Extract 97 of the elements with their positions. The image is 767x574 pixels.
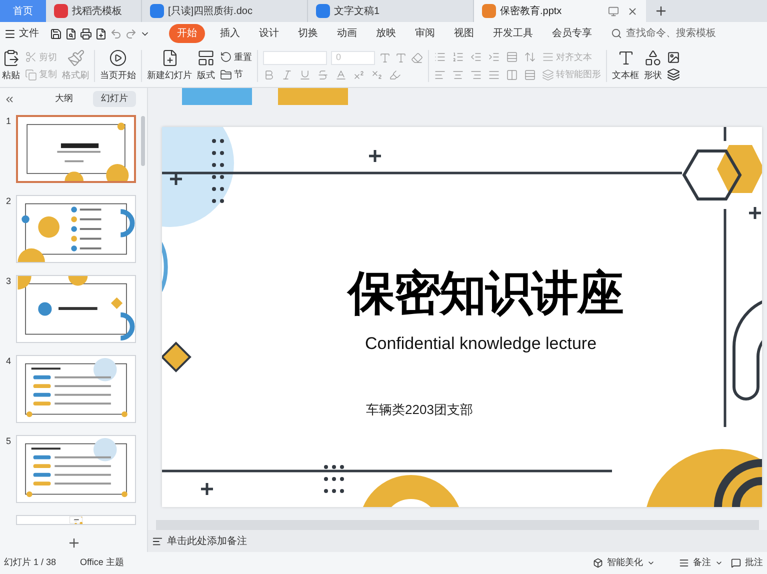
close-icon[interactable]	[627, 6, 638, 16]
copy-icon	[25, 68, 37, 81]
ribbon-tab[interactable]: 视图	[446, 24, 482, 43]
reset-icon	[220, 51, 232, 64]
word-doc-icon	[150, 4, 164, 18]
ribbon-tab[interactable]: 开发工具	[485, 24, 541, 43]
menu-icon[interactable]	[4, 28, 16, 40]
ribbon-tab[interactable]: 动画	[329, 24, 365, 43]
command-search-field[interactable]: 查找命令、搜索模板	[611, 26, 726, 41]
notes-icon	[679, 558, 689, 568]
slide-number: 1	[6, 115, 12, 128]
align-center-icon[interactable]	[452, 68, 464, 81]
section-icon	[220, 68, 232, 81]
paste-icon	[2, 49, 20, 68]
ribbon-tab[interactable]: 切换	[290, 24, 326, 43]
format-painter-icon	[66, 49, 84, 68]
italic-icon[interactable]	[281, 69, 293, 81]
add-slide-icon[interactable]	[66, 536, 80, 550]
ribbon-tab[interactable]: 放映	[368, 24, 404, 43]
file-menu[interactable]: 文件	[19, 26, 39, 41]
slide-number: 3	[6, 275, 12, 288]
new-slide-button[interactable]: 新建幻灯片	[147, 49, 192, 83]
export-icon[interactable]	[65, 28, 77, 40]
align-text-icon	[542, 51, 554, 64]
slide-number: 2	[6, 195, 12, 208]
font-name-field[interactable]	[263, 51, 327, 65]
slide-subtitle[interactable]: Confidential knowledge lecture	[365, 335, 597, 352]
picture-icon[interactable]	[667, 51, 680, 64]
new-tab-icon[interactable]	[654, 4, 668, 18]
outdent-icon[interactable]	[470, 51, 482, 64]
align-left-icon[interactable]	[434, 68, 446, 81]
layout-button[interactable]: 版式	[197, 49, 215, 83]
slide-canvas[interactable]: 保密知识讲座 Confidential knowledge lecture 车辆类2203团支部	[162, 127, 762, 507]
collapse-icon[interactable]	[4, 94, 15, 104]
new-slide-icon	[160, 49, 178, 68]
panel-tab[interactable]: 幻灯片	[93, 91, 136, 107]
numbered-list-icon[interactable]	[452, 51, 464, 64]
notes-field[interactable]: 单击此处添加备注	[148, 530, 767, 552]
section-button[interactable]: 节	[220, 68, 252, 82]
layout-icon	[197, 49, 215, 68]
font-color-icon[interactable]	[335, 69, 347, 81]
indent-icon[interactable]	[488, 51, 500, 64]
shrink-font-icon[interactable]	[395, 52, 407, 64]
caret-icon	[647, 559, 655, 567]
slide-number: 5	[6, 435, 12, 448]
ribbon-tab[interactable]: 会员专享	[544, 24, 600, 43]
document-tab[interactable]: 保密教育.pptx	[474, 0, 646, 22]
slide-title[interactable]: 保密知识讲座	[348, 269, 623, 316]
eraser-icon[interactable]	[411, 52, 423, 64]
comments-button[interactable]: 批注	[731, 556, 763, 570]
slide-number: 4	[6, 355, 12, 368]
ribbon-tab[interactable]: 设计	[251, 24, 287, 43]
reset-button[interactable]: 重置	[220, 50, 252, 64]
line-spacing-icon[interactable]	[506, 51, 518, 64]
theme-name: Office 主题	[80, 556, 124, 570]
presentation-icon	[482, 4, 496, 18]
slide-count: 幻灯片 1 / 38	[4, 556, 56, 570]
play-from-current-button[interactable]: 当页开始	[100, 49, 136, 83]
save-icon[interactable]	[50, 28, 62, 40]
columns-icon[interactable]	[506, 68, 518, 81]
highlight-icon[interactable]	[389, 69, 401, 81]
cube-icon	[593, 558, 603, 568]
paragraph-spacing-icon[interactable]	[524, 68, 536, 81]
grow-font-icon[interactable]	[379, 52, 391, 64]
monitor-icon[interactable]	[608, 6, 619, 16]
strikethrough-icon[interactable]	[317, 69, 329, 81]
text-box-icon	[616, 49, 634, 68]
notes-button[interactable]: 备注	[679, 556, 723, 570]
preview-icon[interactable]	[95, 28, 107, 40]
align-right-icon[interactable]	[470, 68, 482, 81]
beautify-button[interactable]: 智能美化	[593, 556, 655, 570]
word-doc-icon	[316, 4, 330, 18]
notes-icon	[152, 536, 163, 546]
ribbon-tab[interactable]: 审阅	[407, 24, 443, 43]
slide-organization-text[interactable]: 车辆类2203团支部	[366, 403, 473, 416]
caret-icon	[715, 559, 723, 567]
layers-icon[interactable]	[667, 68, 680, 81]
cut-icon	[25, 51, 37, 64]
panel-tab[interactable]: 大纲	[47, 91, 81, 107]
subscript-icon[interactable]	[371, 69, 383, 81]
shape-icon	[644, 49, 662, 68]
sort-icon[interactable]	[524, 51, 536, 64]
underline-icon[interactable]	[299, 69, 311, 81]
scrollbar[interactable]	[141, 116, 145, 166]
shape-button[interactable]: 形状	[644, 49, 662, 83]
search-icon	[611, 28, 622, 39]
justify-icon[interactable]	[488, 68, 500, 81]
comment-icon	[731, 558, 741, 568]
print-icon[interactable]	[80, 28, 92, 40]
play-from-current-icon	[109, 49, 127, 68]
smartart-icon	[542, 68, 554, 81]
bold-icon[interactable]	[263, 69, 275, 81]
text-box-button[interactable]: 文本框	[612, 49, 639, 83]
ribbon-tab[interactable]: 插入	[212, 24, 248, 43]
paste-button[interactable]: 粘贴	[2, 49, 20, 83]
docer-icon	[54, 4, 68, 18]
superscript-icon[interactable]	[353, 69, 365, 81]
